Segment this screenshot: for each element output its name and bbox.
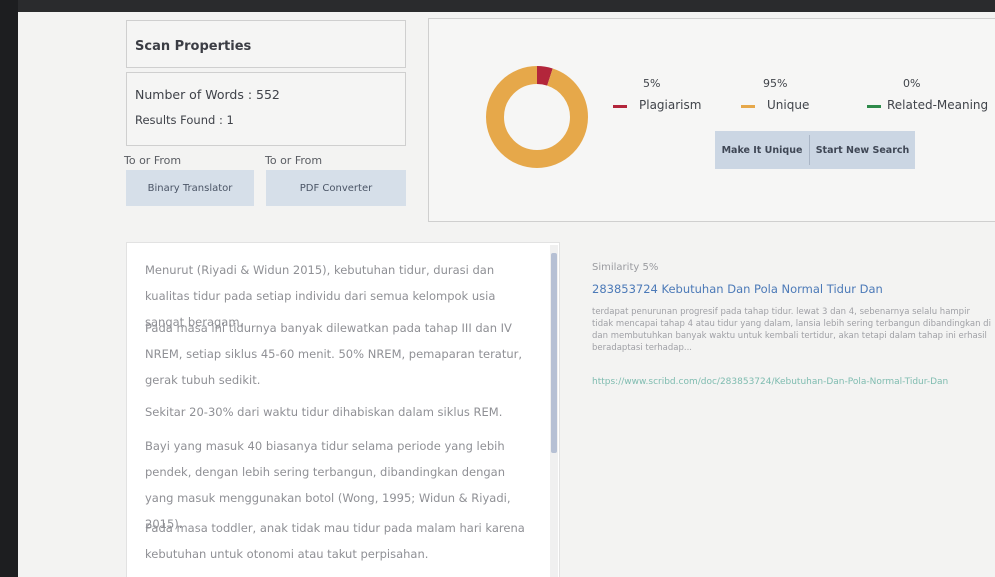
plagiarism-percent: 5% xyxy=(643,77,661,90)
related-meaning-percent: 0% xyxy=(903,77,921,90)
make-it-unique-button[interactable]: Make It Unique xyxy=(715,131,809,169)
related-meaning-legend-label: Related-Meaning xyxy=(887,98,989,112)
text-paragraph-3: Sekitar 20-30% dari waktu tidur dihabisk… xyxy=(145,405,503,419)
text-paragraph-2: Pada masa ini tidurnya banyak dilewatkan… xyxy=(145,321,523,387)
donut-slice-unique xyxy=(486,66,588,168)
unique-percent: 95% xyxy=(763,77,788,90)
plagiarism-swatch xyxy=(613,105,627,108)
text-paragraph-5: Pada masa toddler, anak tidak mau tidur … xyxy=(145,521,525,561)
monitor-bezel-left xyxy=(0,0,18,577)
start-new-search-button[interactable]: Start New Search xyxy=(810,131,915,169)
scan-properties-title: Scan Properties xyxy=(135,39,252,54)
screen: Scan Properties Number of Words : 552 Re… xyxy=(18,12,995,577)
tool-caption-2: To or From xyxy=(265,154,323,167)
action-button-group: Make It Unique Start New Search xyxy=(715,131,915,169)
results-panel: 5% 95% 0% Plagiarism Unique Related-Mean… xyxy=(428,18,995,222)
text-paragraph-6: Tidur pada anak usia 2-3 tahun setiap ma… xyxy=(145,569,535,577)
binary-translator-button[interactable]: Binary Translator xyxy=(126,170,254,206)
similar-source-url[interactable]: https://www.scribd.com/doc/283853724/Keb… xyxy=(592,376,992,388)
text-scrollbar-thumb[interactable] xyxy=(551,253,557,453)
plagiarism-legend-label: Plagiarism xyxy=(639,98,702,112)
similarity-label: Similarity 5% xyxy=(592,262,659,273)
related-meaning-swatch xyxy=(867,105,881,108)
scanned-text-panel: Menurut (Riyadi & Widun 2015), kebutuhan… xyxy=(126,242,560,577)
similar-source-link[interactable]: 283853724 Kebutuhan Dan Pola Normal Tidu… xyxy=(592,282,883,296)
scan-properties-header: Scan Properties xyxy=(126,20,406,68)
unique-swatch xyxy=(741,105,755,108)
pdf-converter-button[interactable]: PDF Converter xyxy=(266,170,406,206)
similar-results-panel: Similarity 5% 283853724 Kebutuhan Dan Po… xyxy=(578,248,995,448)
plagiarism-donut-chart xyxy=(486,66,588,168)
similar-source-snippet: terdapat penurunan progresif pada tahap … xyxy=(592,307,991,353)
tool-caption-1: To or From xyxy=(124,154,182,167)
unique-legend-label: Unique xyxy=(767,98,810,112)
word-count: Number of Words : 552 xyxy=(135,87,280,102)
scan-stats-box: Number of Words : 552 Results Found : 1 xyxy=(126,72,406,146)
results-found: Results Found : 1 xyxy=(135,113,234,127)
monitor-bezel-top xyxy=(0,0,995,12)
